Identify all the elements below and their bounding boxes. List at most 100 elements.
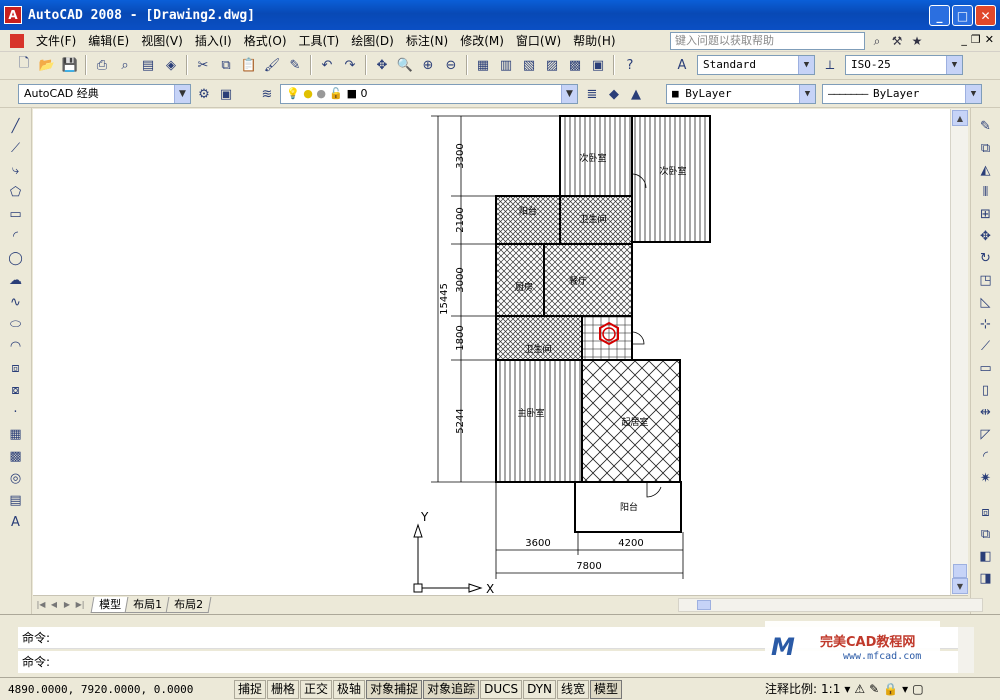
hatch-icon[interactable]: ▦ [5,424,27,444]
copy-icon[interactable]: ⧉ [216,55,236,75]
layer-manager-icon[interactable]: ≋ [257,84,277,104]
annotation-scale-value[interactable]: 1:1 [821,682,840,696]
help-icon[interactable]: ? [620,55,640,75]
communication-center-icon[interactable]: ⚒ [888,32,906,50]
chevron-down-icon[interactable]: ▼ [561,85,577,103]
multiline-text-icon[interactable]: A [5,512,27,532]
horizontal-scrollbar[interactable] [678,598,983,612]
clean-screen-icon[interactable]: ▢ [912,682,923,696]
layer-previous-icon[interactable]: ◆ [604,84,624,104]
menu-insert[interactable]: 插入(I) [189,32,238,49]
linetype-select[interactable]: ——————— ByLayer ▼ [822,84,982,104]
annotation-visibility-icon[interactable]: ⚠ [854,682,865,696]
polyline-icon[interactable]: ⤷ [5,160,27,180]
make-block-icon[interactable]: ⧇ [5,380,27,400]
workspace-save-icon[interactable]: ▣ [216,84,236,104]
coordinate-display[interactable]: 4890.0000, 7920.0000, 0.0000 [0,683,234,696]
insert-block-icon[interactable]: ⧈ [5,358,27,378]
gradient-icon[interactable]: ▩ [5,446,27,466]
color-select[interactable]: ■ ByLayer ▼ [666,84,816,104]
chevron-down-icon[interactable]: ▼ [965,85,981,103]
copy-object-icon[interactable]: ⧉ [975,138,997,158]
calculator-icon[interactable]: ▣ [588,55,608,75]
layer-states-icon[interactable]: ▲ [626,84,646,104]
menu-window[interactable]: 窗口(W) [510,32,567,49]
osnap-toggle[interactable]: 对象捕捉 [366,679,423,699]
close-button[interactable]: ✕ [975,5,996,26]
toolbar-lock-icon[interactable]: 🔒 [883,682,898,696]
construction-line-icon[interactable]: ⟋ [5,138,27,158]
draw-order-back-icon[interactable]: ⧉ [975,524,997,544]
menu-edit[interactable]: 编辑(E) [82,32,135,49]
snap-toggle[interactable]: 捕捉 [234,679,267,699]
doc-close-button[interactable]: ✕ [985,33,994,46]
revision-cloud-icon[interactable]: ☁ [5,270,27,290]
cut-icon[interactable]: ✂ [193,55,213,75]
help-search-input[interactable]: 键入问题以获取帮助 [670,32,865,50]
vertical-scroll-thumb[interactable] [953,564,967,578]
erase-icon[interactable]: ✎ [975,116,997,136]
chamfer-icon[interactable]: ◸ [975,424,997,444]
trim-icon[interactable]: ⊹ [975,314,997,334]
spline-icon[interactable]: ∿ [5,292,27,312]
polar-toggle[interactable]: 极轴 [333,679,366,699]
region-icon[interactable]: ◎ [5,468,27,488]
auto-scale-icon[interactable]: ✎ [869,682,879,696]
markup-icon[interactable]: ▩ [565,55,585,75]
menu-tools[interactable]: 工具(T) [293,32,346,49]
grid-toggle[interactable]: 栅格 [267,679,300,699]
search-icon[interactable]: ⌕ [868,32,886,50]
maximize-button[interactable]: □ [952,5,973,26]
layer-select[interactable]: 💡 ● ● 🔓 ■ 0 ▼ [280,84,578,104]
ducs-toggle[interactable]: DUCS [480,679,523,699]
break-at-point-icon[interactable]: ▭ [975,358,997,378]
favorites-star-icon[interactable]: ★ [908,32,926,50]
tab-layout2[interactable]: 布局2 [165,596,212,613]
text-style-select[interactable]: Standard ▼ [697,55,815,75]
polygon-icon[interactable]: ⬠ [5,182,27,202]
chevron-down-icon[interactable]: ▾ [844,682,850,696]
sheet-set-icon[interactable]: ▨ [542,55,562,75]
tab-model[interactable]: 模型 [90,596,130,613]
dyn-toggle[interactable]: DYN [523,679,557,699]
design-center-icon[interactable]: ▥ [496,55,516,75]
draw-order-front-icon[interactable]: ⧈ [975,502,997,522]
plot-preview-icon[interactable]: ⌕ [115,55,135,75]
plot-icon[interactable]: ⎙ [92,55,112,75]
match-properties-icon[interactable]: 🖌 [262,55,282,75]
new-file-icon[interactable]: 🗋 [14,55,34,75]
block-editor-icon[interactable]: ✎ [285,55,305,75]
document-icon[interactable] [10,33,24,48]
scroll-down-icon[interactable]: ▼ [952,578,968,594]
chevron-down-icon[interactable]: ▼ [174,85,190,103]
line-icon[interactable]: ╱ [5,116,27,136]
doc-restore-button[interactable]: ❐ [971,33,981,46]
explode-icon[interactable]: ✷ [975,468,997,488]
text-style-icon[interactable]: A [672,55,692,75]
open-file-icon[interactable]: 📂 [37,55,57,75]
menu-dimension[interactable]: 标注(N) [400,32,454,49]
ortho-toggle[interactable]: 正交 [300,679,333,699]
scroll-up-icon[interactable]: ▲ [952,110,968,126]
zoom-window-icon[interactable]: ⊕ [418,55,438,75]
chevron-down-icon[interactable]: ▼ [946,56,962,74]
vertical-scrollbar[interactable]: ▲ ▼ [950,109,968,595]
scale-icon[interactable]: ◳ [975,270,997,290]
paste-icon[interactable]: 📋 [239,55,259,75]
rotate-icon[interactable]: ↻ [975,248,997,268]
ellipse-arc-icon[interactable]: ◠ [5,336,27,356]
dim-style-select[interactable]: ISO-25 ▼ [845,55,963,75]
tab-first-icon[interactable]: |◀ [35,599,47,611]
undo-icon[interactable]: ↶ [317,55,337,75]
array-icon[interactable]: ⊞ [975,204,997,224]
move-icon[interactable]: ✥ [975,226,997,246]
tab-prev-icon[interactable]: ◀ [48,599,60,611]
drawing-canvas[interactable]: 次卧室 次卧室 阳台 卫生间 厨房 餐厅 卫生间 主卧室 起居室 阳台 3300… [33,109,950,595]
pan-icon[interactable]: ✥ [372,55,392,75]
tab-layout1[interactable]: 布局1 [124,596,171,613]
draw-order-below-icon[interactable]: ◨ [975,568,997,588]
zoom-previous-icon[interactable]: ⊖ [441,55,461,75]
command-scrollbar[interactable] [958,627,974,673]
circle-icon[interactable]: ◯ [5,248,27,268]
redo-icon[interactable]: ↷ [340,55,360,75]
